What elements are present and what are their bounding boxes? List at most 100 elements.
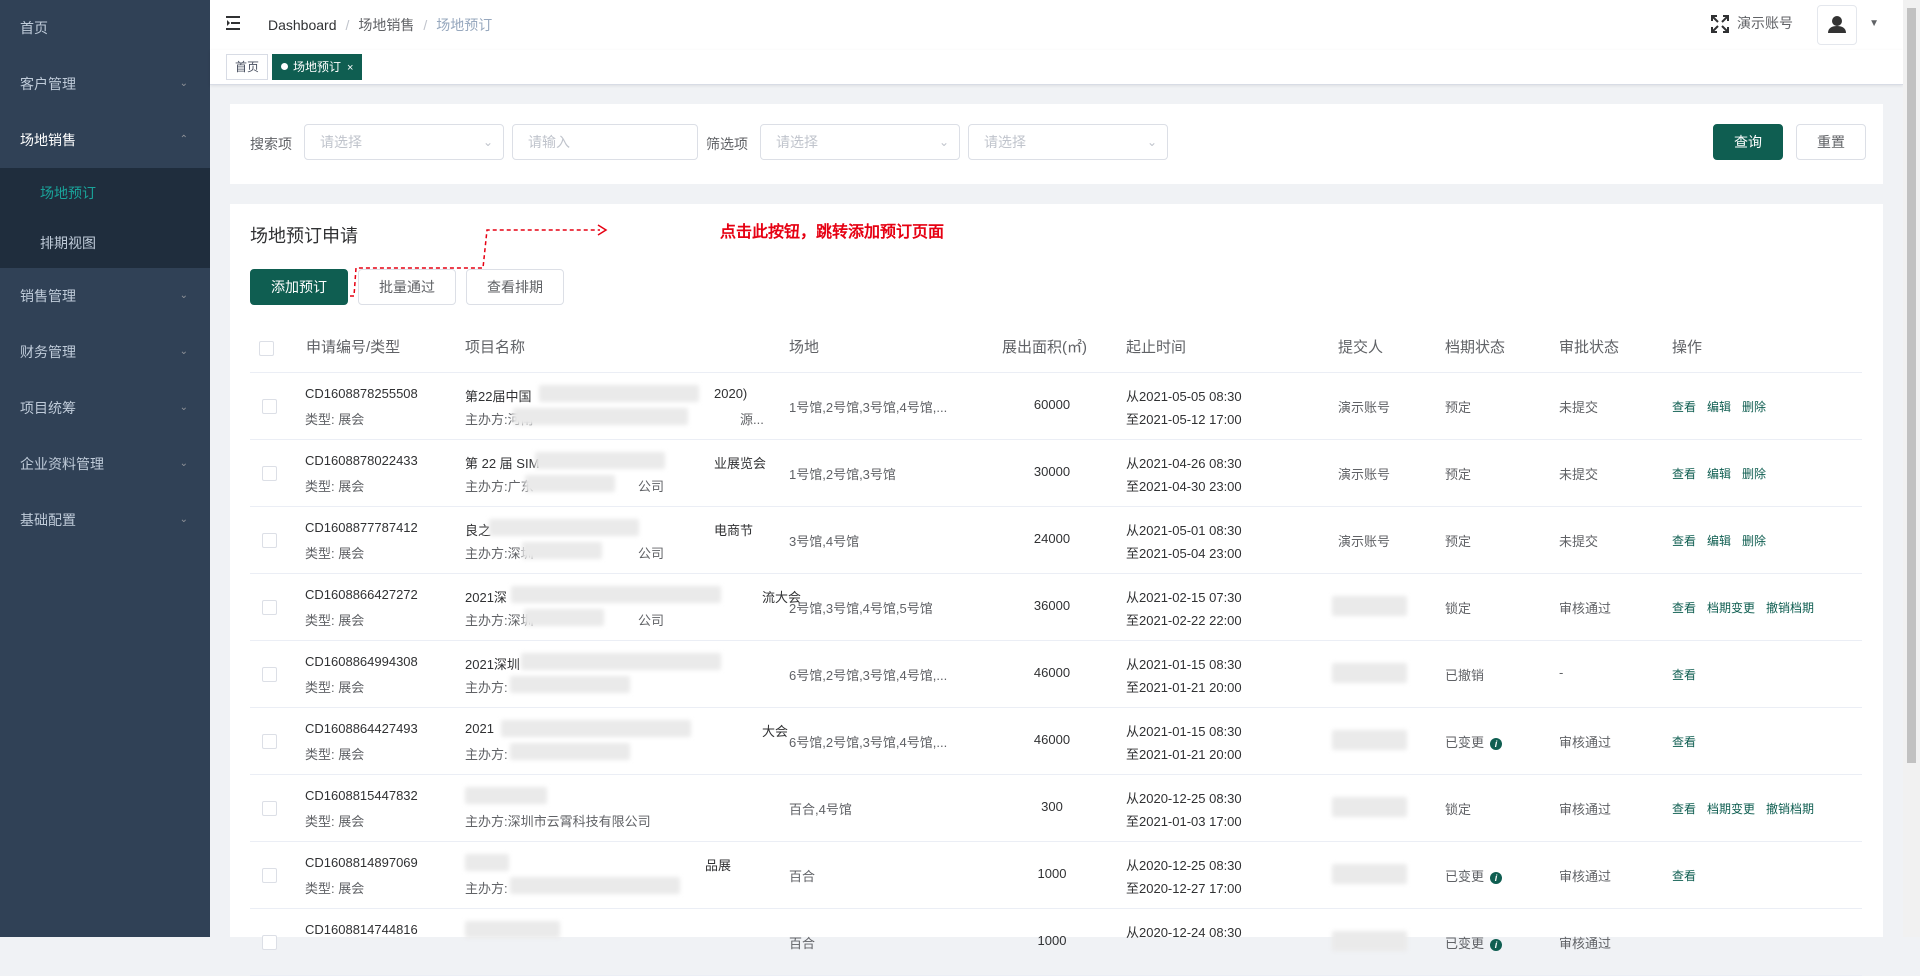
start-time: 从2021-04-26 08:30 bbox=[1126, 456, 1242, 471]
redacted-submitter bbox=[1332, 797, 1407, 817]
search-input[interactable]: 请输入 bbox=[512, 124, 698, 160]
info-icon[interactable]: i bbox=[1490, 939, 1503, 951]
venue-list: 6号馆,2号馆,3号馆,4号馆,... bbox=[789, 735, 948, 750]
sidebar-item-sales[interactable]: 销售管理 ⌄ bbox=[0, 268, 210, 324]
row-checkbox[interactable] bbox=[262, 399, 277, 414]
end-time: 至2020-12-27 17:00 bbox=[1126, 881, 1242, 896]
avatar[interactable] bbox=[1817, 5, 1857, 45]
filter-select-2[interactable]: 请选择 ⌄ bbox=[968, 124, 1168, 160]
filter-select-1[interactable]: 请选择 ⌄ bbox=[760, 124, 960, 160]
change-schedule-link[interactable]: 档期变更 bbox=[1707, 601, 1755, 615]
view-link[interactable]: 查看 bbox=[1672, 601, 1696, 615]
delete-link[interactable]: 删除 bbox=[1742, 467, 1766, 481]
caret-down-icon[interactable]: ▼ bbox=[1869, 18, 1879, 29]
select-all-checkbox[interactable] bbox=[259, 341, 274, 356]
sidebar-item-venue-booking[interactable]: 场地预订 bbox=[0, 168, 210, 218]
sidebar-item-schedule-view[interactable]: 排期视图 bbox=[0, 218, 210, 268]
row-actions: 查看 bbox=[1672, 666, 1707, 683]
fullscreen-icon[interactable] bbox=[1711, 15, 1729, 33]
view-link[interactable]: 查看 bbox=[1672, 467, 1696, 481]
project-name-tail: 品展 bbox=[705, 858, 732, 873]
page-scrollbar[interactable] bbox=[1903, 0, 1920, 937]
tags-view: 首页 场地预订 × bbox=[210, 50, 1903, 85]
add-booking-button[interactable]: 添加预订 bbox=[250, 269, 348, 305]
chevron-down-icon: ⌄ bbox=[179, 346, 188, 357]
tag-venue-booking[interactable]: 场地预订 × bbox=[272, 54, 363, 80]
header-area: 展出面积(㎡) bbox=[1002, 339, 1087, 356]
tag-home[interactable]: 首页 bbox=[226, 54, 269, 80]
redacted-submitter bbox=[1332, 596, 1407, 616]
edit-link[interactable]: 编辑 bbox=[1707, 467, 1731, 481]
schedule-status: 预定 bbox=[1445, 397, 1471, 416]
sidebar-item-finance[interactable]: 财务管理 ⌄ bbox=[0, 324, 210, 380]
submitter: 演示账号 bbox=[1338, 467, 1391, 482]
header-submitter: 提交人 bbox=[1338, 339, 1384, 356]
change-schedule-link[interactable]: 档期变更 bbox=[1707, 802, 1755, 816]
batch-approve-button[interactable]: 批量通过 bbox=[358, 269, 456, 305]
sidebar-item-enterprise[interactable]: 企业资料管理 ⌄ bbox=[0, 436, 210, 492]
organizer: 主办方:广东 bbox=[465, 479, 534, 494]
application-id: CD1608866427272 bbox=[305, 587, 418, 602]
application-type: 类型: 展会 bbox=[305, 747, 365, 762]
row-checkbox[interactable] bbox=[262, 734, 277, 749]
reset-button[interactable]: 重置 bbox=[1796, 124, 1866, 160]
row-checkbox[interactable] bbox=[262, 533, 277, 548]
approval-status: 审核通过 bbox=[1559, 735, 1612, 750]
breadcrumb-dashboard[interactable]: Dashboard bbox=[268, 17, 337, 33]
breadcrumb-venue-sales[interactable]: 场地销售 bbox=[358, 17, 414, 33]
hamburger-icon[interactable] bbox=[226, 14, 244, 32]
view-link[interactable]: 查看 bbox=[1672, 802, 1696, 816]
edit-link[interactable]: 编辑 bbox=[1707, 534, 1731, 548]
application-id: CD1608877787412 bbox=[305, 520, 418, 535]
row-checkbox[interactable] bbox=[262, 667, 277, 682]
sidebar-item-project[interactable]: 项目统筹 ⌄ bbox=[0, 380, 210, 436]
schedule-status: 锁定 bbox=[1445, 799, 1471, 818]
delete-link[interactable]: 删除 bbox=[1742, 534, 1766, 548]
view-link[interactable]: 查看 bbox=[1672, 869, 1696, 883]
view-link[interactable]: 查看 bbox=[1672, 668, 1696, 682]
sidebar-item-config[interactable]: 基础配置 ⌄ bbox=[0, 492, 210, 548]
sidebar-item-home[interactable]: 首页 bbox=[0, 0, 210, 56]
end-time: 至2021-04-30 23:00 bbox=[1126, 479, 1242, 494]
scrollbar-thumb[interactable] bbox=[1907, 8, 1916, 763]
chevron-down-icon: ⌄ bbox=[482, 135, 493, 149]
row-checkbox[interactable] bbox=[262, 801, 277, 816]
row-actions: 查看 编辑 删除 bbox=[1672, 532, 1777, 549]
redacted-text bbox=[521, 653, 721, 670]
schedule-status: 预定 bbox=[1445, 464, 1471, 483]
project-name-text: 良之 bbox=[465, 523, 492, 538]
row-checkbox[interactable] bbox=[262, 600, 277, 615]
revoke-schedule-link[interactable]: 撤销档期 bbox=[1766, 802, 1814, 816]
schedule-status: 预定 bbox=[1445, 531, 1471, 550]
input-placeholder: 请输入 bbox=[528, 134, 570, 150]
info-icon[interactable]: i bbox=[1490, 738, 1503, 750]
search-field-select[interactable]: 请选择 ⌄ bbox=[304, 124, 504, 160]
row-checkbox[interactable] bbox=[262, 466, 277, 481]
account-name[interactable]: 演示账号 bbox=[1737, 0, 1793, 46]
schedule-status: 已变更 i bbox=[1445, 933, 1503, 952]
row-checkbox[interactable] bbox=[262, 935, 277, 950]
start-time: 从2021-05-05 08:30 bbox=[1126, 389, 1242, 404]
application-type: 类型: 展会 bbox=[305, 814, 365, 829]
row-checkbox[interactable] bbox=[262, 868, 277, 883]
sidebar-item-label: 财务管理 bbox=[20, 344, 76, 360]
venue-list: 百合,4号馆 bbox=[789, 802, 852, 817]
application-type: 类型: 展会 bbox=[305, 680, 365, 695]
redacted-text bbox=[510, 676, 630, 693]
sidebar-item-venue-sales[interactable]: 场地销售 ⌃ bbox=[0, 112, 210, 168]
query-button[interactable]: 查询 bbox=[1713, 124, 1783, 160]
close-icon[interactable]: × bbox=[347, 62, 353, 74]
view-link[interactable]: 查看 bbox=[1672, 735, 1696, 749]
delete-link[interactable]: 删除 bbox=[1742, 400, 1766, 414]
revoke-schedule-link[interactable]: 撤销档期 bbox=[1766, 601, 1814, 615]
view-link[interactable]: 查看 bbox=[1672, 534, 1696, 548]
select-placeholder: 请选择 bbox=[320, 134, 362, 150]
table-row: CD1608878022433 类型: 展会 第 22 届 SIM 业展览会 主办方:广… bbox=[250, 440, 1862, 507]
view-link[interactable]: 查看 bbox=[1672, 400, 1696, 414]
application-id: CD1608814744816 bbox=[305, 922, 418, 937]
edit-link[interactable]: 编辑 bbox=[1707, 400, 1731, 414]
info-icon[interactable]: i bbox=[1490, 872, 1503, 884]
sidebar-item-label: 场地销售 bbox=[20, 132, 76, 148]
sidebar-item-customer[interactable]: 客户管理 ⌄ bbox=[0, 56, 210, 112]
view-schedule-button[interactable]: 查看排期 bbox=[466, 269, 564, 305]
